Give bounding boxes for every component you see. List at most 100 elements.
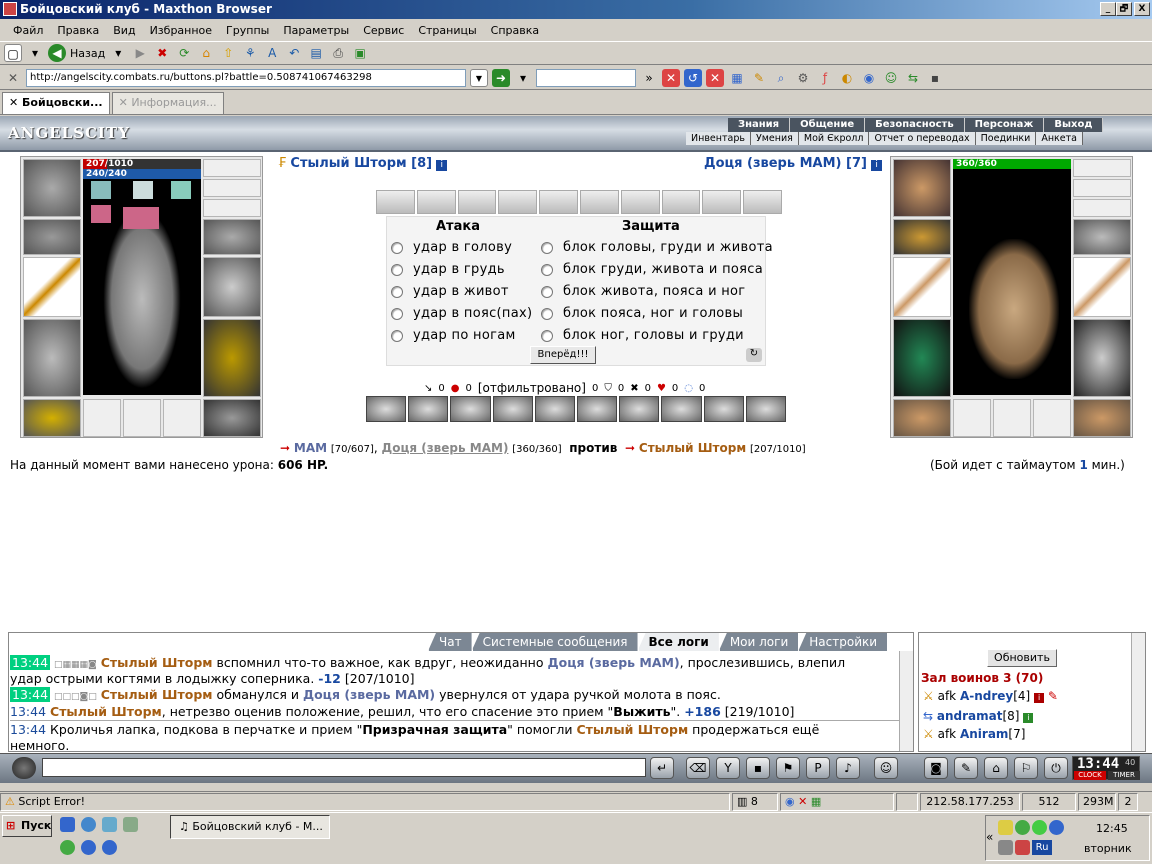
screen-icon[interactable]: ▣ xyxy=(351,44,369,62)
language-indicator[interactable]: Ru xyxy=(1032,840,1052,855)
back-dropdown-icon[interactable]: ▾ xyxy=(109,44,127,62)
forward-icon[interactable]: ▶ xyxy=(131,44,149,62)
menu-pages[interactable]: Страницы xyxy=(411,24,483,37)
enemy-belt-slot[interactable] xyxy=(893,399,951,437)
menu-edit[interactable]: Правка xyxy=(50,24,106,37)
panel-icon[interactable]: ▤ xyxy=(307,44,325,62)
close-button[interactable]: X xyxy=(1134,2,1150,16)
shield-slot[interactable] xyxy=(203,257,261,317)
scroll-slot[interactable] xyxy=(416,190,456,214)
enemy-rings-slot[interactable] xyxy=(1073,199,1131,217)
earring-slot[interactable] xyxy=(203,159,261,177)
globe-icon[interactable] xyxy=(60,840,75,855)
menu-options[interactable]: Параметры xyxy=(276,24,356,37)
tab-all-logs[interactable]: Все логи xyxy=(637,633,719,651)
info-icon[interactable]: i xyxy=(436,160,448,171)
log-scrollbar[interactable] xyxy=(899,651,913,751)
player-icon[interactable] xyxy=(102,840,117,855)
skill-icon[interactable] xyxy=(745,396,787,422)
effect-icon[interactable] xyxy=(91,205,111,223)
block-radio[interactable] xyxy=(541,285,553,298)
skill-icon[interactable] xyxy=(534,396,576,422)
enemy-boots-slot[interactable] xyxy=(1073,399,1131,437)
go-icon[interactable]: ➜ xyxy=(492,68,510,87)
nav-exit[interactable]: Выход xyxy=(1044,118,1104,132)
scroll-slot[interactable] xyxy=(539,190,578,214)
bag-icon[interactable]: ◙ xyxy=(924,757,948,779)
attack-belly[interactable]: удар в живот xyxy=(391,284,509,299)
empty-slot[interactable] xyxy=(953,399,991,437)
refresh-button[interactable]: Обновить xyxy=(987,649,1057,667)
filter-icon[interactable]: Y xyxy=(716,757,740,779)
tray-icon[interactable] xyxy=(1032,820,1047,835)
enemy-helmet-slot[interactable] xyxy=(893,159,951,217)
notes-icon[interactable]: ✎ xyxy=(750,69,768,87)
enemy-offhand-slot[interactable] xyxy=(1073,257,1131,317)
attack-radio[interactable] xyxy=(391,263,403,276)
exit-icon[interactable]: ⏻ xyxy=(1044,757,1068,779)
enemy-amulet-slot[interactable] xyxy=(1073,179,1131,197)
users-scrollbar[interactable] xyxy=(1131,633,1145,751)
tab-info[interactable]: ✕ Информация... xyxy=(111,92,224,114)
block-4[interactable]: блок пояса, ног и головы xyxy=(541,306,743,321)
rings-slot[interactable] xyxy=(203,199,261,217)
nav-transfers[interactable]: Отчет о переводах xyxy=(869,132,976,145)
info-icon[interactable]: i xyxy=(1023,713,1034,723)
nav-security[interactable]: Безопасность xyxy=(865,118,965,132)
fighter-link[interactable]: МАМ xyxy=(294,441,327,455)
scroll-slot[interactable] xyxy=(376,190,415,214)
enemy-weapon-slot[interactable] xyxy=(893,257,951,317)
enemy-armor-slot[interactable] xyxy=(893,319,951,397)
nav-inventory[interactable]: Инвентарь xyxy=(686,132,751,145)
skill-icon[interactable] xyxy=(619,396,660,422)
group-icon[interactable]: ⚘ xyxy=(241,44,259,62)
user-row[interactable]: ⇆ andramat[8] i xyxy=(923,709,1034,723)
save-icon[interactable]: ▪ xyxy=(926,69,944,87)
new-page-icon[interactable]: ▢ xyxy=(4,44,22,62)
smile-face-icon[interactable] xyxy=(12,757,36,779)
tab-system[interactable]: Системные сообщения xyxy=(471,633,638,651)
attack-radio[interactable] xyxy=(391,285,403,298)
skill-icon[interactable] xyxy=(492,396,533,422)
nav-profile[interactable]: Анкета xyxy=(1036,132,1083,145)
tab-fightclub[interactable]: ✕ Бойцовски... xyxy=(2,92,110,114)
start-button[interactable]: ⊞ Пуск xyxy=(2,815,52,837)
belt-slot[interactable] xyxy=(23,399,81,437)
player-name[interactable]: ₣ Стылый Шторм [8] i xyxy=(278,156,448,171)
menu-favorites[interactable]: Избранное xyxy=(143,24,219,37)
scroll-slot[interactable] xyxy=(743,190,782,214)
armor-slot[interactable] xyxy=(23,319,81,397)
translate-icon[interactable]: A xyxy=(263,44,281,62)
nav-social[interactable]: Общение xyxy=(790,118,866,132)
weapon-slot[interactable] xyxy=(23,257,81,317)
effect-icon[interactable] xyxy=(133,181,153,199)
fighter-link[interactable]: Стылый Шторм xyxy=(639,441,746,455)
taskbar-app-button[interactable]: ♫ Бойцовский клуб - M... xyxy=(170,815,330,839)
scroll-slot[interactable] xyxy=(661,190,701,214)
menu-tools[interactable]: Сервис xyxy=(356,24,411,37)
network-icon[interactable] xyxy=(998,840,1013,855)
scroll-slot[interactable] xyxy=(579,190,619,214)
desktop-icon[interactable] xyxy=(123,817,138,832)
clear-icon[interactable]: ⌫ xyxy=(686,757,710,779)
empty-slot[interactable] xyxy=(993,399,1031,437)
nav-scroll[interactable]: Мой Єкролл xyxy=(799,132,870,145)
x-icon[interactable]: ✕ xyxy=(798,795,807,808)
flash-icon[interactable]: ƒ xyxy=(816,69,834,87)
empty-slot[interactable] xyxy=(1033,399,1071,437)
maximize-button[interactable]: 🗗 xyxy=(1116,2,1132,16)
empty-slot[interactable] xyxy=(83,399,121,437)
boots-slot[interactable] xyxy=(203,399,261,437)
up-icon[interactable]: ⇧ xyxy=(219,44,237,62)
timer-label[interactable]: TIMER xyxy=(1108,771,1140,780)
amulet-slot[interactable] xyxy=(203,179,261,197)
effect-icon[interactable] xyxy=(171,181,191,199)
user-icon[interactable]: ☺ xyxy=(882,69,900,87)
tab-chat[interactable]: Чат xyxy=(428,633,472,651)
skill-icon[interactable] xyxy=(450,396,491,422)
walk-icon[interactable]: ⚑ xyxy=(776,757,800,779)
enemy-avatar[interactable]: 360/360 xyxy=(953,159,1071,395)
stop-icon[interactable]: ✖ xyxy=(153,44,171,62)
empty-slot[interactable] xyxy=(163,399,201,437)
tray-expand-icon[interactable]: « xyxy=(986,830,993,844)
